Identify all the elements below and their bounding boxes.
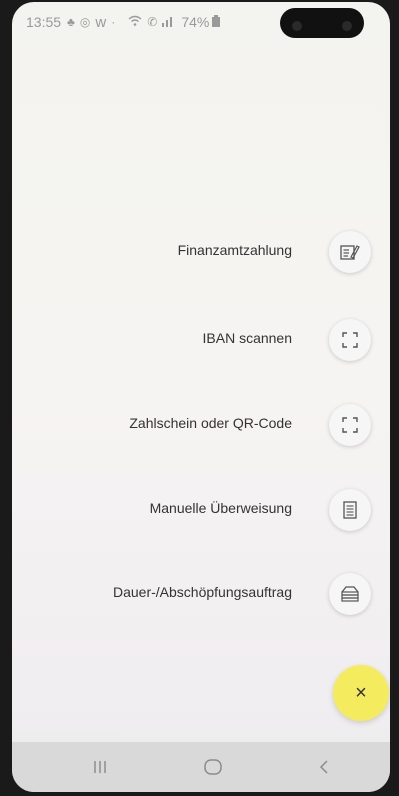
- menu-item-label: Dauer-/Abschöpfungsauftrag: [113, 584, 292, 600]
- back-icon[interactable]: [304, 752, 344, 782]
- whatsapp-icon: ◎: [79, 15, 91, 29]
- home-icon[interactable]: [193, 752, 233, 782]
- battery-level: 74%: [181, 14, 210, 30]
- menu-item-label: Zahlschein oder QR-Code: [129, 415, 292, 431]
- dot-icon: ·: [111, 15, 116, 29]
- scan-frame-icon[interactable]: [329, 319, 371, 361]
- menu-item-finanzamtzahlung[interactable]: Finanzamtzahlung: [12, 230, 390, 274]
- menu-item-zahlschein-qr[interactable]: Zahlschein oder QR-Code: [12, 403, 390, 447]
- call-icon: ✆: [147, 15, 158, 29]
- scan-frame-icon[interactable]: [329, 404, 371, 446]
- menu-item-label: Manuelle Überweisung: [149, 500, 292, 516]
- notification-icon: ♣: [67, 15, 75, 29]
- battery-icon: [212, 14, 221, 30]
- document-icon[interactable]: [329, 489, 371, 531]
- menu-item-label: IBAN scannen: [202, 330, 293, 346]
- w-app-icon: w: [95, 13, 107, 31]
- close-fab-button[interactable]: ×: [333, 665, 389, 721]
- menu-item-dauerauftrag[interactable]: Dauer-/Abschöpfungsauftrag: [12, 572, 390, 616]
- camera-cutout: [280, 8, 364, 38]
- front-camera-icon: [292, 21, 302, 31]
- system-nav-bar: [12, 742, 390, 792]
- menu-item-iban-scannen[interactable]: IBAN scannen: [12, 318, 390, 362]
- menu-item-manuelle-ueberweisung[interactable]: Manuelle Überweisung: [12, 488, 390, 532]
- signal-icon: [162, 15, 174, 30]
- stack-icon[interactable]: [329, 573, 371, 615]
- front-camera-icon: [342, 21, 352, 31]
- phone-screen: 13:55 ♣ ◎ w · ✆ 74% Finanzamtzahlung IBA…: [12, 2, 390, 792]
- tax-form-icon[interactable]: [329, 231, 371, 273]
- status-time: 13:55: [26, 14, 62, 30]
- wifi-icon: [128, 15, 142, 30]
- recent-apps-icon[interactable]: [80, 752, 120, 782]
- menu-item-label: Finanzamtzahlung: [177, 242, 292, 258]
- close-icon: ×: [355, 681, 367, 704]
